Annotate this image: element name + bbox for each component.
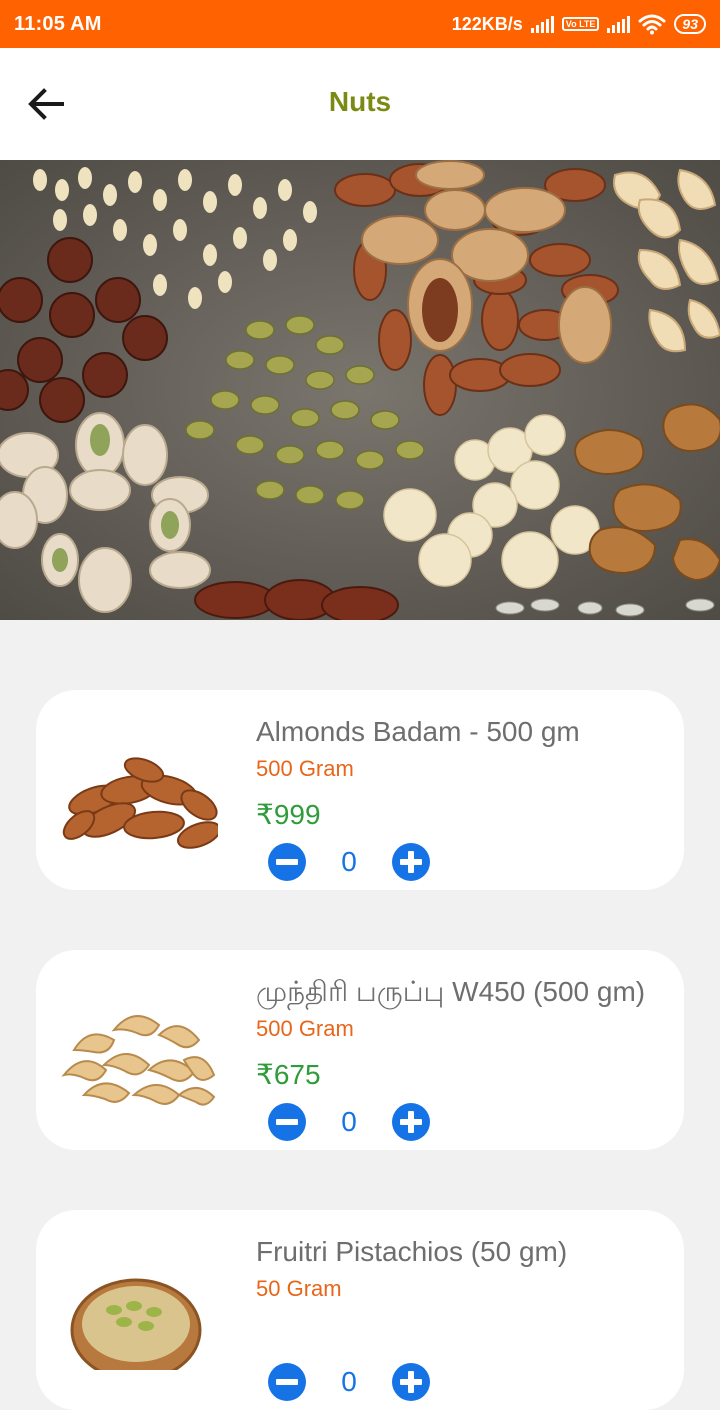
product-card[interactable]: Almonds Badam - 500 gm 500 Gram ₹999 0 [36, 690, 684, 890]
signal-icon-2 [607, 15, 631, 33]
item-count: 0 [341, 1366, 357, 1397]
status-time: 11:05 AM [14, 12, 102, 35]
increase-button[interactable] [392, 1103, 430, 1141]
quantity-stepper: 0 [268, 1362, 430, 1402]
item-count: 0 [341, 1106, 357, 1137]
signal-icon [530, 15, 554, 33]
product-quantity: 500 Gram [256, 756, 354, 781]
network-speed: 122KB/s [451, 13, 523, 34]
volte-icon: Vo LTE [561, 17, 600, 31]
product-name: Fruitri Pistachios (50 gm) [256, 1236, 568, 1267]
increase-button[interactable] [392, 1363, 430, 1401]
minus-icon [276, 1119, 298, 1125]
app-bar: Nuts [0, 48, 720, 160]
status-icons: 122KB/s Vo LTE 93 [452, 13, 706, 35]
decrease-button[interactable] [268, 1103, 306, 1141]
battery-icon: 93 [674, 14, 706, 34]
product-price: ₹675 [256, 1059, 321, 1090]
status-bar: 11:05 AM 122KB/s Vo LTE 93 [0, 0, 720, 48]
almonds-product-image [62, 757, 218, 849]
wifi-icon [638, 14, 666, 35]
increase-button[interactable] [392, 843, 430, 881]
nuts-illustration [0, 160, 720, 620]
product-card[interactable]: முந்திரி பருப்பு W450 (500 gm) 500 Gram … [36, 950, 684, 1150]
quantity-stepper: 0 [268, 1102, 430, 1142]
quantity-stepper: 0 [268, 842, 430, 882]
decrease-button[interactable] [268, 843, 306, 881]
minus-icon [276, 859, 298, 865]
pistachio-product-image [70, 1278, 202, 1370]
minus-icon [276, 1379, 298, 1385]
cashew-product-image [61, 1015, 216, 1106]
product-name: முந்திரி பருப்பு W450 (500 gm) [256, 976, 646, 1007]
product-card[interactable]: Fruitri Pistachios (50 gm) 50 Gram 0 [36, 1210, 684, 1410]
page-title: Nuts [328, 86, 392, 117]
category-banner-image [0, 160, 720, 620]
product-name: Almonds Badam - 500 gm [256, 716, 580, 747]
product-quantity: 500 Gram [256, 1016, 354, 1041]
product-price: ₹999 [256, 799, 321, 830]
item-count: 0 [341, 846, 357, 877]
decrease-button[interactable] [268, 1363, 306, 1401]
